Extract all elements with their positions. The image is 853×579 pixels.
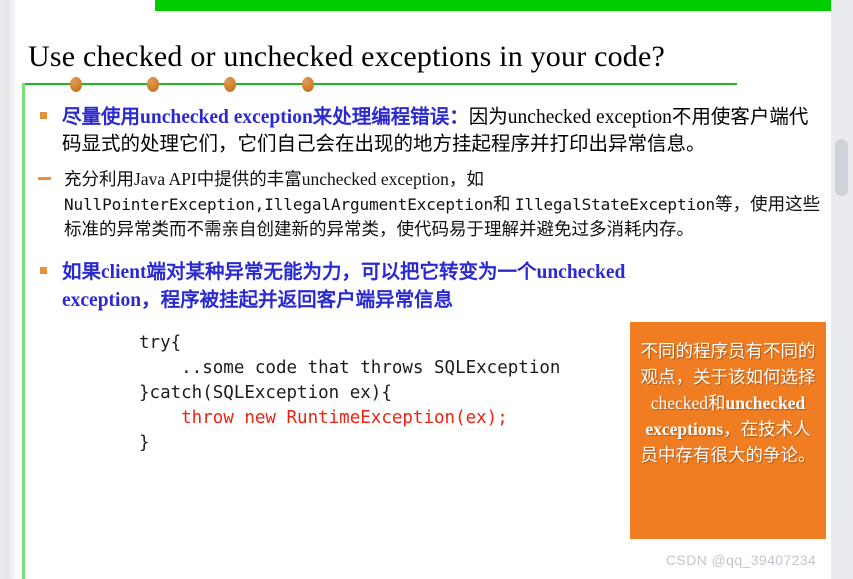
top-green-banner <box>155 0 831 11</box>
callout-box: 不同的程序员有不同的观点，关于该如何选择checked和unchecked ex… <box>630 322 826 539</box>
bullet-square-icon <box>40 267 47 274</box>
bullet-item-1: 尽量使用unchecked exception来处理编程错误：因为uncheck… <box>34 104 824 158</box>
sub-bullet-item-1: 充分利用Java API中提供的丰富unchecked exception，如 … <box>34 167 824 242</box>
bullet-2-lead: 如果client端对某种异常无能为力，可以把它转变为一个unchecked ex… <box>62 262 626 311</box>
body-left-rule <box>22 83 25 579</box>
code-line-2: ..some code that throws SQLException <box>139 358 561 378</box>
scrollbar-thumb[interactable] <box>835 139 848 196</box>
code-line-1: try{ <box>139 333 182 353</box>
divider-rule <box>22 83 737 85</box>
watermark: CSDN @qq_39407234 <box>666 552 817 568</box>
code-line-5: } <box>139 433 150 453</box>
bullet-dash-icon <box>38 177 51 180</box>
code-line-3: }catch(SQLException ex){ <box>139 383 392 403</box>
code-line-4: throw new RuntimeException(ex); <box>139 408 508 428</box>
bullet-square-icon <box>40 112 47 119</box>
sub-bullet-mid: 和 <box>493 194 515 214</box>
page-gutter <box>0 0 17 579</box>
divider-dot-icon <box>70 77 82 92</box>
bullet-item-2: 如果client端对某种异常无能为力，可以把它转变为一个unchecked ex… <box>34 259 637 315</box>
decorative-divider <box>22 75 737 93</box>
sub-bullet-code-2: IllegalArgumentException <box>264 195 494 214</box>
divider-dot-icon <box>224 77 236 92</box>
vertical-scrollbar[interactable] <box>831 0 853 579</box>
sub-bullet-code-3: IllegalStateException <box>514 195 716 214</box>
sub-bullet-sep-1: , <box>254 195 265 214</box>
sub-bullet-code-1: NullPointerException <box>64 195 255 214</box>
slide-canvas: Use checked or unchecked exceptions in y… <box>0 0 853 579</box>
divider-dot-icon <box>147 77 159 92</box>
divider-dot-icon <box>302 77 314 92</box>
bullet-1-lead: 尽量使用unchecked exception来处理编程错误： <box>62 107 469 128</box>
page-title: Use checked or unchecked exceptions in y… <box>28 40 666 74</box>
sub-bullet-text-before: 充分利用Java API中提供的丰富unchecked exception，如 <box>64 169 484 189</box>
